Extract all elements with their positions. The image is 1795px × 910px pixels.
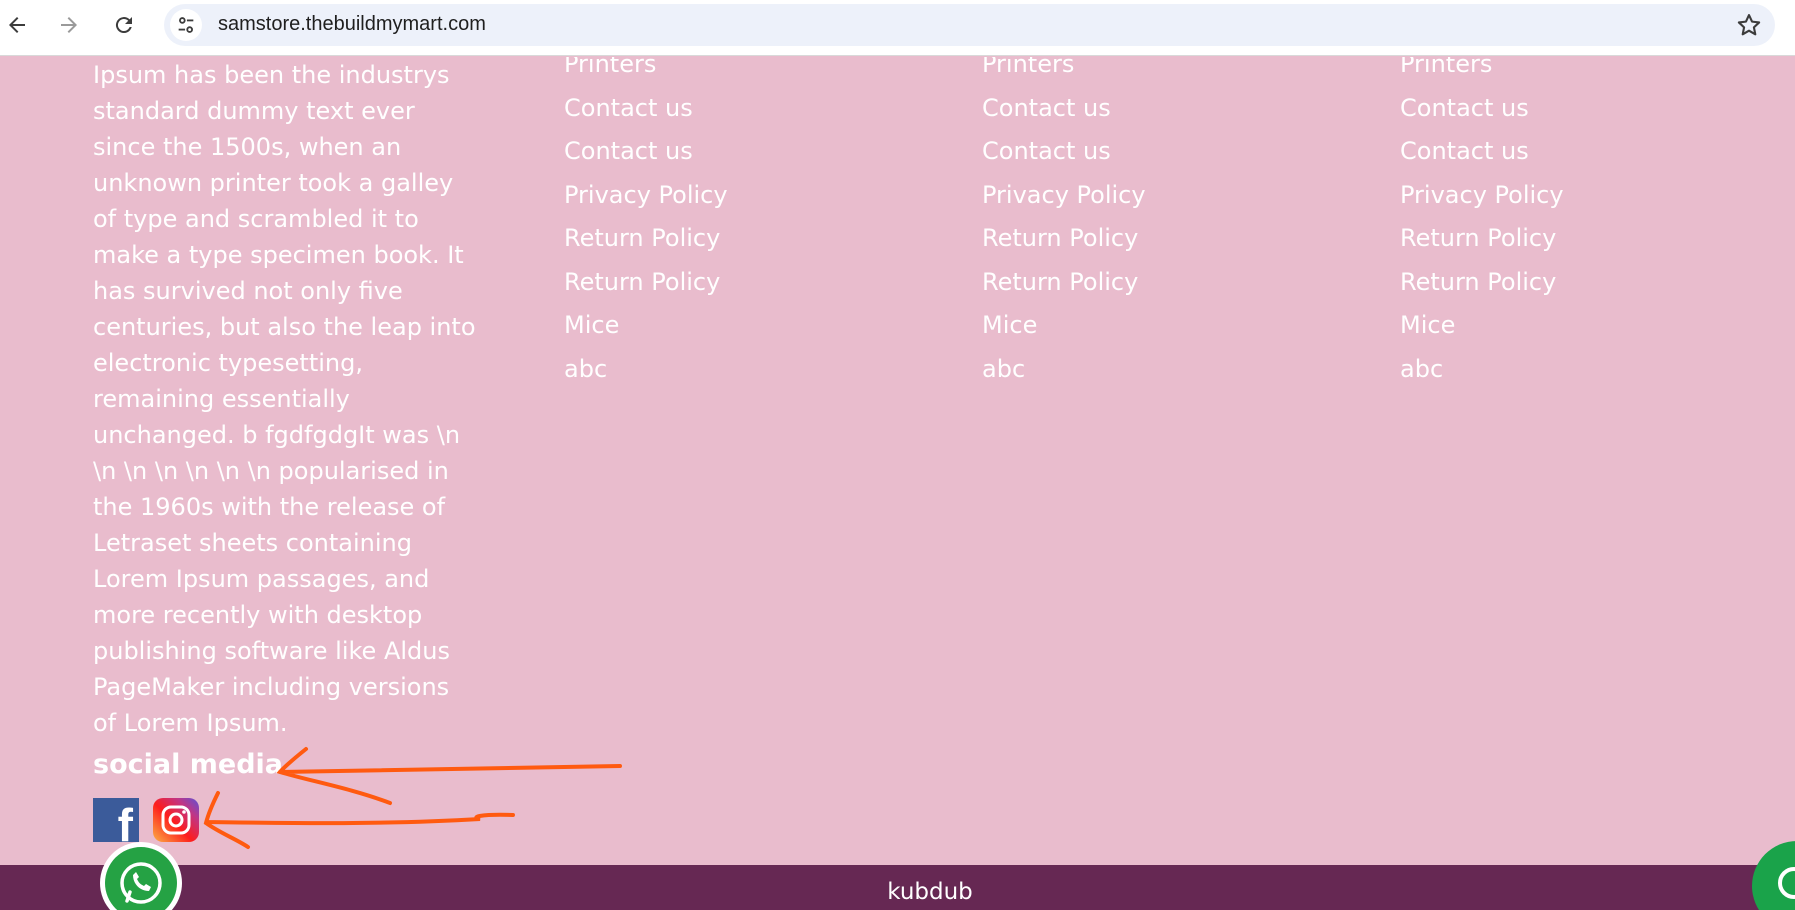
footer-links-column-1: Printers Contact us Contact us Privacy P… (564, 57, 894, 391)
address-bar[interactable]: samstore.thebuildmymart.com (164, 4, 1775, 46)
footer-link[interactable]: abc (982, 355, 1025, 383)
site-info-button[interactable] (170, 9, 202, 41)
footer-link[interactable]: abc (564, 355, 607, 383)
whatsapp-icon (105, 847, 177, 910)
annotation-arrow-social-heading (276, 747, 622, 805)
tune-icon (178, 17, 194, 33)
instagram-glyph-icon (161, 805, 191, 835)
footer-link[interactable]: Contact us (1400, 137, 1529, 165)
arrow-left-icon (9, 17, 25, 33)
footer-links-column-2: Printers Contact us Contact us Privacy P… (982, 57, 1312, 391)
back-button[interactable] (0, 8, 34, 42)
copyright-text: kubdub (887, 879, 973, 905)
footer-link[interactable]: Return Policy (982, 224, 1138, 252)
footer-bottom-bar: kubdub (0, 865, 1795, 910)
footer-link[interactable]: Return Policy (564, 224, 720, 252)
url-text[interactable]: samstore.thebuildmymart.com (218, 13, 486, 36)
forward-button[interactable] (52, 8, 86, 42)
footer-link[interactable]: Printers (1400, 57, 1492, 78)
footer-link[interactable]: Return Policy (982, 268, 1138, 296)
reload-icon (115, 17, 132, 34)
reload-button[interactable] (107, 8, 141, 42)
footer-link[interactable]: Mice (564, 311, 619, 339)
footer-link[interactable]: Contact us (982, 137, 1111, 165)
footer-link[interactable]: Mice (1400, 311, 1455, 339)
footer-link[interactable]: Contact us (564, 137, 693, 165)
footer-link[interactable]: Privacy Policy (564, 181, 728, 209)
chat-icon (1778, 867, 1795, 899)
social-icons: f (93, 798, 199, 842)
footer-link[interactable]: abc (1400, 355, 1443, 383)
phone-icon (120, 862, 162, 904)
browser-toolbar: samstore.thebuildmymart.com (0, 0, 1795, 56)
footer-link[interactable]: Contact us (982, 94, 1111, 122)
footer-link[interactable]: Contact us (1400, 94, 1529, 122)
footer-link[interactable]: Printers (982, 57, 1074, 78)
footer: Ipsum has been the industrys standard du… (0, 57, 1795, 865)
footer-link[interactable]: Privacy Policy (982, 181, 1146, 209)
footer-link[interactable]: Mice (982, 311, 1037, 339)
footer-about-text: Ipsum has been the industrys standard du… (93, 61, 484, 737)
footer-link[interactable]: Return Policy (1400, 224, 1556, 252)
bookmark-star-icon[interactable] (1735, 11, 1763, 39)
facebook-glyph: f (117, 799, 133, 842)
footer-link[interactable]: Contact us (564, 94, 693, 122)
footer-link[interactable]: Printers (564, 57, 656, 78)
facebook-icon[interactable]: f (93, 798, 139, 842)
arrow-right-icon (61, 17, 77, 33)
instagram-icon[interactable] (153, 798, 199, 842)
footer-link[interactable]: Return Policy (1400, 268, 1556, 296)
footer-links-column-3: Printers Contact us Contact us Privacy P… (1400, 57, 1730, 391)
social-media-heading: social media (93, 749, 284, 780)
footer-link[interactable]: Return Policy (564, 268, 720, 296)
footer-link[interactable]: Privacy Policy (1400, 181, 1564, 209)
annotation-arrow-social-icons (203, 791, 515, 849)
